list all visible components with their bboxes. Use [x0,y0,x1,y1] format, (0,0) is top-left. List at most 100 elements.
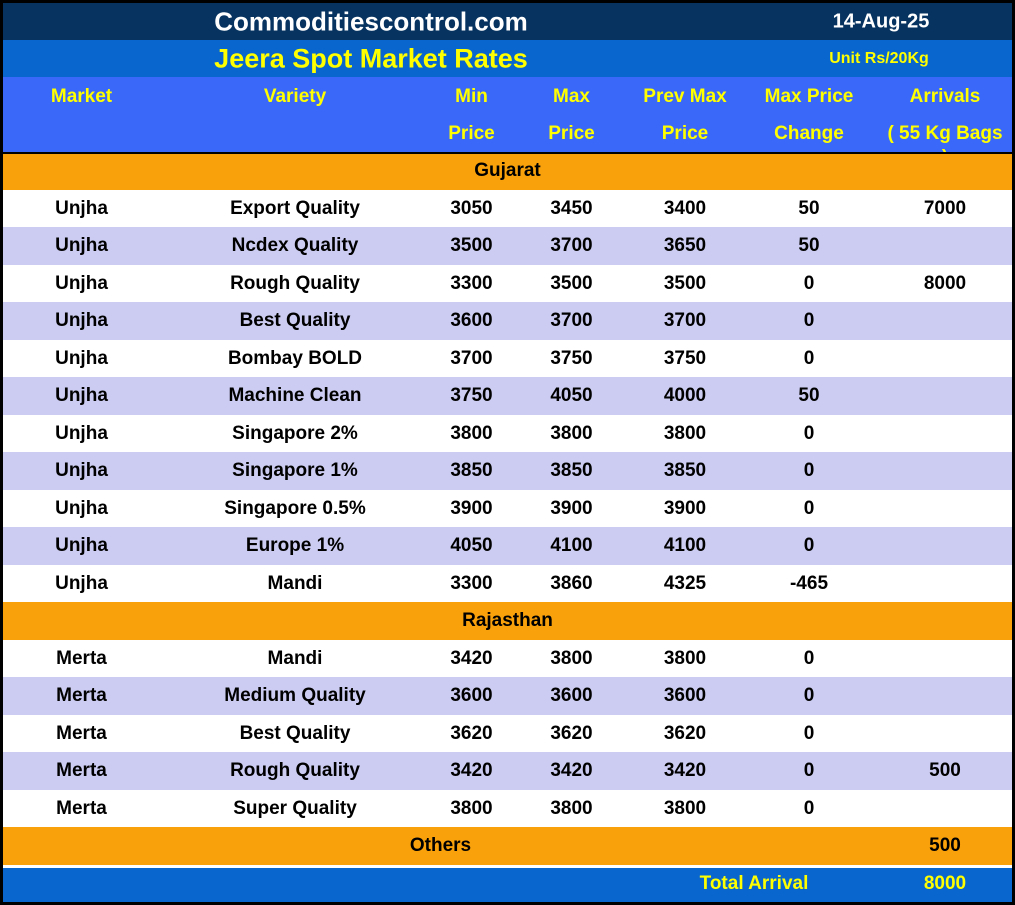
cell-min-price: 3750 [430,377,513,415]
cell-min-price: 3050 [430,190,513,228]
cell-variety: Machine Clean [160,377,430,415]
cell-max-price: 3420 [513,752,630,790]
cell-prev-max-price: 3850 [630,452,740,490]
section-header-gujarat: Gujarat [3,152,1012,190]
col-header-max-price: Max Price [513,77,630,152]
table-row: Merta Super Quality 3800 3800 3800 0 [3,790,1012,828]
cell-variety: Rough Quality [160,265,430,303]
col-header-sublabel: Price [513,121,630,146]
others-arrivals: 500 [878,827,1012,865]
cell-max-price: 3600 [513,677,630,715]
cell-max-price: 3750 [513,340,630,378]
cell-prev-max-price: 3750 [630,340,740,378]
report-date: 14-Aug-25 [833,10,930,33]
table-row: Unjha Singapore 2% 3800 3800 3800 0 [3,415,1012,453]
cell-variety: Best Quality [160,302,430,340]
col-header-sublabel: ( 55 Kg Bags [878,121,1012,146]
table-row: Unjha Bombay BOLD 3700 3750 3750 0 [3,340,1012,378]
cell-prev-max-price: 4000 [630,377,740,415]
cell-min-price: 3800 [430,415,513,453]
cell-prev-max-price: 3400 [630,190,740,228]
cell-max-price: 3800 [513,640,630,678]
cell-arrivals: 8000 [878,265,1012,303]
report-page: Commoditiescontrol.com 14-Aug-25 Jeera S… [0,0,1015,905]
col-header-variety: Variety [160,77,430,152]
cell-market: Unjha [3,265,160,303]
col-header-label: Variety [264,86,326,107]
col-header-sublabel: Price [630,121,740,146]
table-body: Gujarat Unjha Export Quality 3050 3450 3… [3,152,1012,827]
cell-market: Merta [3,790,160,828]
cell-market: Unjha [3,452,160,490]
table-row: Unjha Machine Clean 3750 4050 4000 50 [3,377,1012,415]
cell-max-price: 3700 [513,227,630,265]
cell-max-price: 3620 [513,715,630,753]
cell-market: Unjha [3,190,160,228]
section-header-rajasthan: Rajasthan [3,602,1012,640]
table-row: Merta Best Quality 3620 3620 3620 0 [3,715,1012,753]
cell-max-price-change: -465 [740,565,878,603]
cell-variety: Singapore 2% [160,415,430,453]
cell-max-price: 3850 [513,452,630,490]
col-header-sublabel: Change [740,121,878,146]
cell-variety: Singapore 0.5% [160,490,430,528]
title-bar: Jeera Spot Market Rates Unit Rs/20Kg [3,40,1012,77]
col-header-arrivals: Arrivals ( 55 Kg Bags ) [878,77,1012,152]
col-header-prev-max-price: Prev Max Price [630,77,740,152]
cell-variety: Europe 1% [160,527,430,565]
cell-market: Unjha [3,490,160,528]
cell-variety: Best Quality [160,715,430,753]
cell-max-price-change: 0 [740,302,878,340]
cell-prev-max-price: 4325 [630,565,740,603]
cell-prev-max-price: 3800 [630,640,740,678]
cell-market: Merta [3,715,160,753]
cell-max-price-change: 0 [740,452,878,490]
cell-market: Unjha [3,377,160,415]
cell-market: Unjha [3,340,160,378]
col-header-label: Min [455,86,488,107]
cell-prev-max-price: 3420 [630,752,740,790]
cell-min-price: 3420 [430,752,513,790]
cell-max-price-change: 0 [740,340,878,378]
page-title: Jeera Spot Market Rates [214,43,528,74]
cell-variety: Export Quality [160,190,430,228]
cell-variety: Mandi [160,565,430,603]
cell-max-price-change: 50 [740,227,878,265]
cell-max-price-change: 0 [740,715,878,753]
cell-prev-max-price: 3500 [630,265,740,303]
total-arrival-value: 8000 [878,865,1012,903]
cell-min-price: 3800 [430,790,513,828]
others-label: Others [3,827,878,865]
table-row: Unjha Singapore 1% 3850 3850 3850 0 [3,452,1012,490]
cell-min-price: 4050 [430,527,513,565]
cell-prev-max-price: 3700 [630,302,740,340]
table-row: Unjha Ncdex Quality 3500 3700 3650 50 [3,227,1012,265]
cell-max-price-change: 0 [740,790,878,828]
unit-label: Unit Rs/20Kg [829,50,929,68]
cell-max-price: 3800 [513,790,630,828]
cell-prev-max-price: 3800 [630,790,740,828]
cell-max-price-change: 50 [740,190,878,228]
table-row: Merta Medium Quality 3600 3600 3600 0 [3,677,1012,715]
cell-min-price: 3700 [430,340,513,378]
cell-max-price: 3450 [513,190,630,228]
cell-min-price: 3300 [430,265,513,303]
cell-max-price-change: 0 [740,490,878,528]
cell-max-price-change: 0 [740,527,878,565]
col-header-sublabel-wrap: ) [878,145,1012,152]
cell-max-price-change: 0 [740,415,878,453]
cell-market: Unjha [3,565,160,603]
cell-max-price-change: 0 [740,640,878,678]
cell-market: Merta [3,677,160,715]
cell-max-price: 3860 [513,565,630,603]
cell-min-price: 3850 [430,452,513,490]
col-header-market: Market [3,77,160,152]
cell-prev-max-price: 3620 [630,715,740,753]
cell-market: Unjha [3,415,160,453]
cell-prev-max-price: 3650 [630,227,740,265]
cell-max-price: 3800 [513,415,630,453]
table-row: Merta Mandi 3420 3800 3800 0 [3,640,1012,678]
cell-market: Unjha [3,302,160,340]
cell-variety: Singapore 1% [160,452,430,490]
cell-max-price: 4050 [513,377,630,415]
